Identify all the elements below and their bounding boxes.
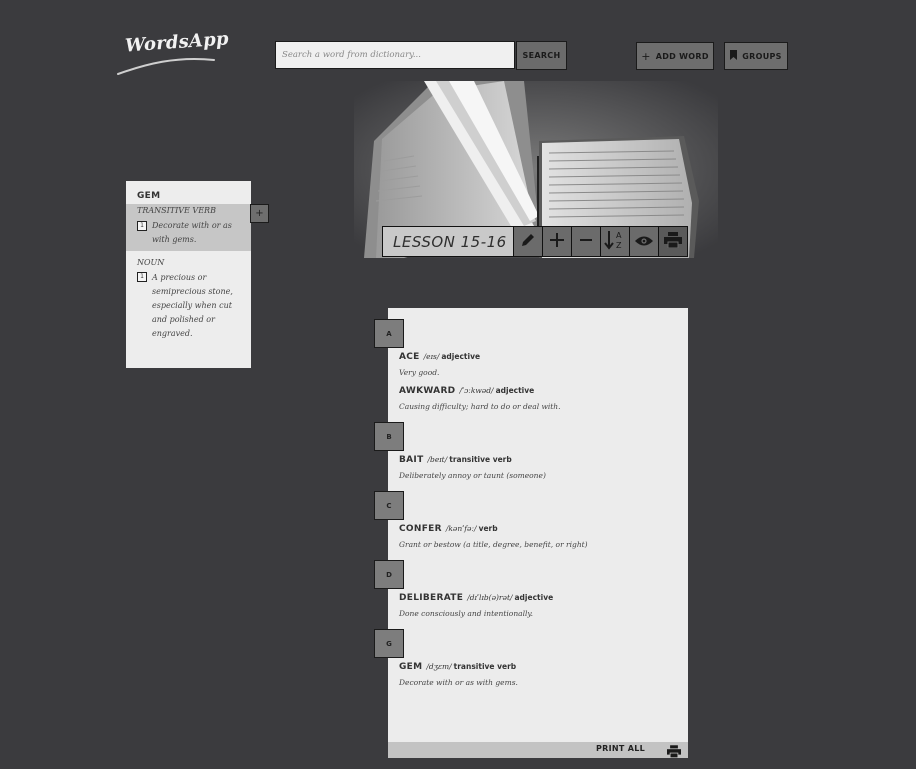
sense-number: 1 <box>137 272 147 282</box>
entry-word: GEM <box>399 662 423 672</box>
popup-word: GEM <box>137 191 161 201</box>
entry-definition: Done consciously and intentionally. <box>399 609 534 618</box>
app-logo[interactable]: WordsApp <box>116 28 229 80</box>
entry-pos: transitive verb <box>453 662 517 671</box>
svg-text:Z: Z <box>616 241 622 250</box>
entry-word: DELIBERATE <box>399 593 464 603</box>
entry-pronunciation: /dʒɛm/ <box>426 662 452 671</box>
eye-icon <box>635 232 653 251</box>
sort-button[interactable]: A Z <box>600 227 629 256</box>
search-box <box>275 41 515 69</box>
remove-button[interactable] <box>571 227 600 256</box>
sense-number: 1 <box>137 221 147 231</box>
pencil-icon <box>520 232 536 252</box>
entry-pronunciation: /kənˈfəː/ <box>445 524 477 533</box>
letter-header[interactable]: C <box>374 491 404 520</box>
word-definition-popup: GEM TRANSITIVE VERB 1 Decorate with or a… <box>126 181 251 368</box>
word-entry[interactable]: ACE/eɪs/adjective Very good. <box>399 352 679 377</box>
plus-icon <box>550 232 564 251</box>
lesson-toolbar: LESSON 15-16 A Z <box>382 226 688 257</box>
entry-pronunciation: /dɪˈlɪb(ə)rət/ <box>467 593 513 602</box>
print-all-button[interactable]: PRINT ALL <box>596 744 645 753</box>
print-icon[interactable] <box>667 743 681 762</box>
word-entry[interactable]: CONFER/kənˈfəː/verb Grant or bestow (a t… <box>399 524 679 549</box>
entry-pronunciation: /ˈɔːkwəd/ <box>459 386 494 395</box>
entry-pos: adjective <box>514 593 554 602</box>
entry-pronunciation: /eɪs/ <box>423 352 440 361</box>
plus-icon: + <box>641 49 651 63</box>
entry-word: AWKWARD <box>399 386 456 396</box>
entry-definition: Grant or bestow (a title, degree, benefi… <box>399 540 588 549</box>
entry-pos: verb <box>478 524 498 533</box>
sense-pos: NOUN <box>137 258 165 267</box>
add-button[interactable] <box>542 227 571 256</box>
sort-az-icon: A Z <box>604 229 626 255</box>
entry-word: CONFER <box>399 524 442 534</box>
letter-header[interactable]: G <box>374 629 404 658</box>
lesson-title: LESSON 15-16 <box>383 227 513 256</box>
entry-definition: Decorate with or as with gems. <box>399 678 518 687</box>
view-button[interactable] <box>629 227 658 256</box>
word-entry[interactable]: BAIT/beɪt/transitive verb Deliberately a… <box>399 455 679 480</box>
logo-underline <box>117 57 215 75</box>
minus-icon <box>579 232 593 251</box>
entry-word: BAIT <box>399 455 424 465</box>
entry-definition: Deliberately annoy or taunt (someone) <box>399 471 546 480</box>
entry-word: ACE <box>399 352 420 362</box>
print-icon <box>664 231 682 252</box>
letter-header[interactable]: A <box>374 319 404 348</box>
add-word-button[interactable]: + ADD WORD <box>636 42 714 70</box>
entry-definition: Very good. <box>399 368 440 377</box>
edit-lesson-button[interactable] <box>513 227 542 256</box>
search-input[interactable] <box>276 42 514 68</box>
groups-button[interactable]: GROUPS <box>724 42 788 70</box>
sense-definition: A precious or semiprecious stone, especi… <box>152 273 233 338</box>
entry-definition: Causing difficulty; hard to do or deal w… <box>399 402 561 411</box>
entry-pos: transitive verb <box>449 455 512 464</box>
letter-header[interactable]: D <box>374 560 404 589</box>
print-button[interactable] <box>658 227 687 256</box>
word-entry[interactable]: DELIBERATE/dɪˈlɪb(ə)rət/adjective Done c… <box>399 593 679 618</box>
word-list-footer: PRINT ALL <box>388 742 688 759</box>
sense-definition: Decorate with or as with gems. <box>152 221 232 244</box>
word-list: A ACE/eɪs/adjective Very good. AWKWARD/ˈ… <box>374 308 688 758</box>
sense-pos: TRANSITIVE VERB <box>137 206 216 215</box>
entry-pos: adjective <box>441 352 481 361</box>
search-button-label: SEARCH <box>522 51 561 60</box>
svg-text:A: A <box>616 231 622 240</box>
search-button[interactable]: SEARCH <box>516 41 567 70</box>
add-sense-button[interactable]: + <box>250 204 269 223</box>
letter-header[interactable]: B <box>374 422 404 451</box>
bookmark-icon <box>730 50 738 62</box>
word-entry[interactable]: GEM/dʒɛm/transitive verb Decorate with o… <box>399 662 679 687</box>
groups-label: GROUPS <box>742 51 782 61</box>
entry-pronunciation: /beɪt/ <box>427 455 448 464</box>
entry-pos: adjective <box>495 386 535 395</box>
add-word-label: ADD WORD <box>655 51 709 61</box>
word-entry[interactable]: AWKWARD/ˈɔːkwəd/adjective Causing diffic… <box>399 386 679 411</box>
